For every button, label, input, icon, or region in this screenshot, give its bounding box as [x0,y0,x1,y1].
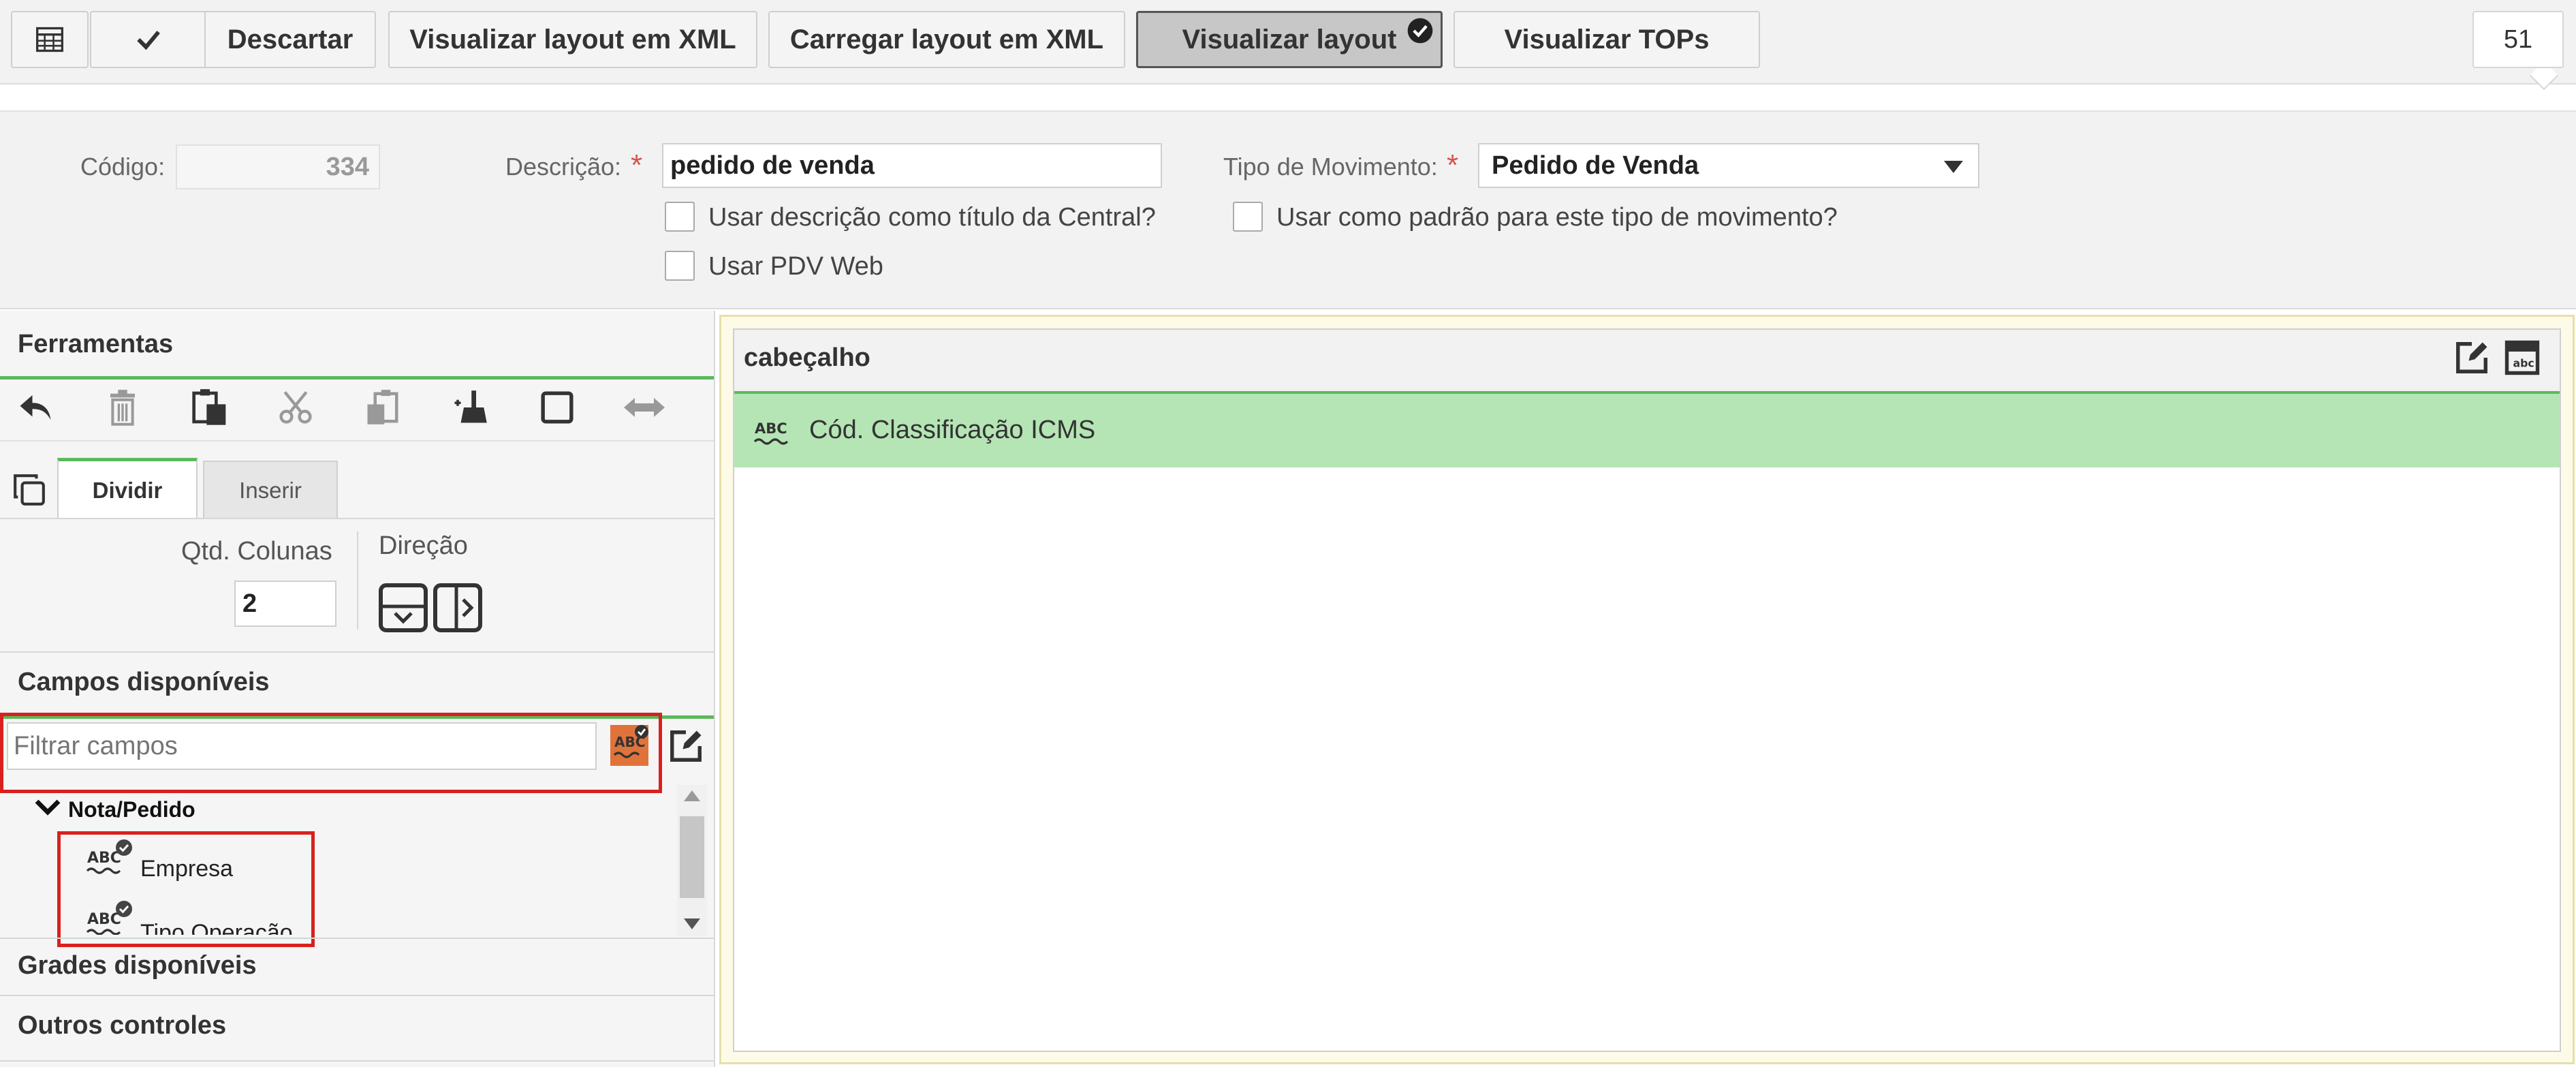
descricao-label: Descrição: [505,153,622,181]
undo-icon[interactable] [15,387,56,428]
view-layout-label: Visualizar layout [1182,24,1397,55]
required-mark: * [1447,149,1459,182]
form-area: Código: 334 Descrição: * pedido de venda… [0,110,2576,309]
tipo-movimento-value: Pedido de Venda [1492,151,1699,180]
tabs-baseline [0,518,714,519]
edit-fields-button[interactable] [667,728,704,768]
divider [0,440,714,442]
tab-inserir[interactable]: Inserir [203,461,338,519]
square-icon[interactable] [537,387,578,428]
ferramentas-underline [0,376,714,380]
section-header [734,330,2560,392]
abc-field-icon: ABC [753,420,789,445]
qtd-colunas-input[interactable]: 2 [234,581,336,627]
direction-right-button[interactable] [433,583,482,636]
chevron-down-icon[interactable] [34,793,61,824]
section-title: cabeçalho [744,343,870,372]
view-tops-button[interactable]: Visualizar TOPs [1454,11,1760,68]
grades-title[interactable]: Grades disponíveis [18,951,257,980]
codigo-field: 334 [176,144,380,189]
trash-icon[interactable] [102,387,143,428]
copy-icon[interactable] [12,473,46,510]
direcao-label: Direção [379,531,468,560]
svg-text:abc: abc [2513,357,2534,370]
scrollbar-thumb[interactable] [680,816,704,898]
broom-icon[interactable] [450,387,490,428]
paste-icon[interactable] [189,387,230,428]
padrao-tipo-label: Usar como padrão para este tipo de movim… [1276,203,1838,232]
resize-horizontal-icon[interactable] [624,387,665,428]
campos-title: Campos disponíveis [18,668,270,696]
discard-button[interactable]: Descartar [204,11,376,68]
scroll-down-icon[interactable] [684,918,700,929]
view-xml-button[interactable]: Visualizar layout em XML [388,11,757,68]
window-icon: abc [2504,340,2540,375]
tree-group-nota-pedido[interactable]: Nota/Pedido [68,797,195,822]
tipo-movimento-select[interactable]: Pedido de Venda [1478,143,1979,188]
section-window-button[interactable]: abc [2504,339,2541,380]
view-layout-button[interactable]: Visualizar layout [1136,11,1443,68]
titulo-central-checkbox[interactable] [665,202,695,232]
outros-title[interactable]: Outros controles [18,1011,226,1040]
pdv-web-label: Usar PDV Web [708,252,883,281]
direction-right-icon [433,583,482,632]
field-label: Cód. Classificação ICMS [809,416,1096,444]
scroll-up-icon[interactable] [684,790,700,801]
divider [0,651,714,653]
confirm-button[interactable] [90,11,206,68]
edit-icon [670,730,702,762]
tab-dividir[interactable]: Dividir [57,458,198,519]
svg-text:ABC: ABC [755,420,787,437]
caret-down-icon [1944,161,1963,173]
table-icon [36,27,63,52]
check-icon [137,31,160,50]
highlight-box-filter [0,713,662,793]
descricao-input[interactable]: pedido de venda [662,143,1162,188]
pdv-web-checkbox[interactable] [665,251,695,281]
direction-down-icon [379,583,428,632]
titulo-central-label: Usar descrição como título da Central? [708,203,1156,232]
edit-icon [2456,342,2487,373]
direction-down-button[interactable] [379,583,428,636]
fields-scrollbar[interactable] [677,785,707,936]
check-badge-icon [1407,18,1433,44]
vertical-divider [357,531,358,630]
copy-paste-icon[interactable] [362,387,403,428]
scissors-icon[interactable] [275,387,316,428]
required-mark: * [631,149,643,182]
layout-field-cod-classificacao-icms[interactable]: ABC Cód. Classificação ICMS [734,394,2560,467]
divider [0,995,714,996]
edit-section-button[interactable] [2453,339,2490,380]
padrao-tipo-checkbox[interactable] [1233,202,1263,232]
load-xml-button[interactable]: Carregar layout em XML [768,11,1125,68]
table-view-button[interactable] [11,11,89,68]
divider [0,938,714,939]
top-toolbar: Descartar Visualizar layout em XML Carre… [0,0,2576,91]
divider [0,1060,714,1062]
tipo-movimento-label: Tipo de Movimento: [1223,153,1438,181]
codigo-label: Código: [80,153,166,181]
qtd-colunas-label: Qtd. Colunas [181,537,332,566]
ferramentas-title: Ferramentas [18,330,174,358]
highlight-box-fields [57,831,315,947]
notification-counter[interactable]: 51 [2472,11,2564,68]
